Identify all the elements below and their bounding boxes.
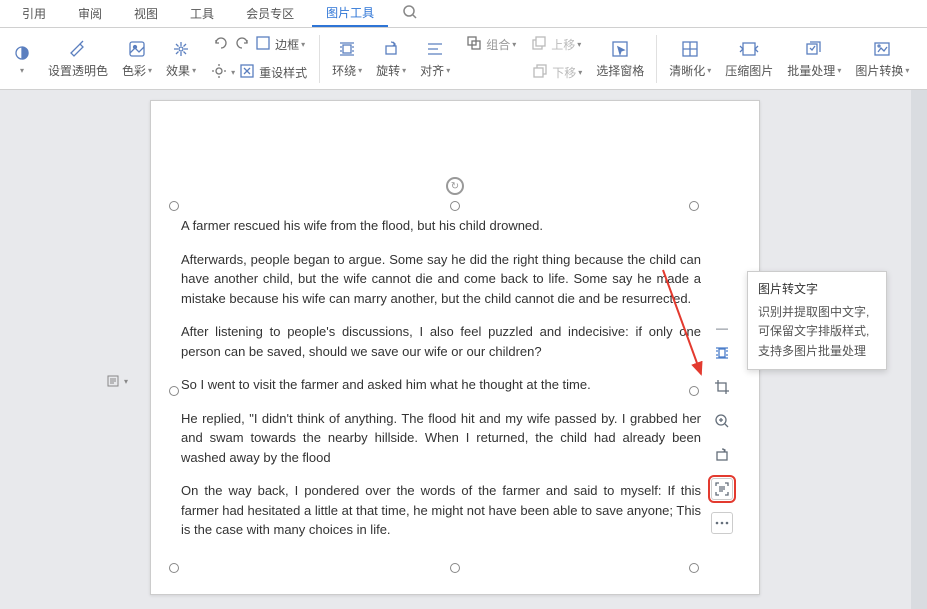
- reset-style-icon[interactable]: [238, 62, 256, 83]
- menu-tools[interactable]: 工具: [176, 1, 228, 26]
- wrap-icon: [335, 38, 359, 60]
- clarity-icon: [678, 38, 702, 60]
- menu-bar: 引用 审阅 视图 工具 会员专区 图片工具: [0, 0, 927, 28]
- ribbon-toolbar: ▾ 设置透明色 色彩▾ 效果▾ 边框▾ ▾ 重设样式 环绕▾ 旋转▾: [0, 28, 927, 90]
- tooltip-line: 识别并提取图中文字,: [758, 303, 876, 322]
- side-crop-icon[interactable]: [711, 376, 733, 398]
- side-zoom-icon[interactable]: [711, 410, 733, 432]
- color-icon: [125, 38, 149, 60]
- menu-review[interactable]: 审阅: [64, 1, 116, 26]
- doc-paragraph: After listening to people's discussions,…: [181, 322, 701, 361]
- group-layer-group: 组合▾ 上移▾ 下移▾: [458, 30, 588, 88]
- rotate-button[interactable]: 旋转▾: [370, 36, 412, 81]
- search-icon[interactable]: [402, 4, 418, 23]
- side-more-button[interactable]: [711, 512, 733, 534]
- menu-view[interactable]: 视图: [120, 1, 172, 26]
- batch-icon: [802, 38, 826, 60]
- convert-icon: [870, 38, 894, 60]
- img-convert-button[interactable]: 图片转换▾: [849, 36, 915, 81]
- selection-handle-n[interactable]: [450, 201, 460, 211]
- paragraph-marker[interactable]: ▾: [106, 374, 128, 388]
- doc-paragraph: He replied, "I didn't think of anything.…: [181, 409, 701, 468]
- selection-handle-nw[interactable]: [169, 201, 179, 211]
- side-collapse-icon[interactable]: —: [711, 326, 733, 330]
- menu-citation[interactable]: 引用: [8, 1, 60, 26]
- color-button[interactable]: 色彩▾: [116, 36, 158, 81]
- compress-button[interactable]: 压缩图片: [719, 36, 779, 81]
- move-up-icon[interactable]: [530, 34, 548, 55]
- brightness-contrast-group[interactable]: ▾: [4, 40, 40, 77]
- transparent-icon: [66, 38, 90, 60]
- rotate-helper-group: 边框▾ ▾ 重设样式: [204, 30, 313, 88]
- document-body: A farmer rescued his wife from the flood…: [181, 216, 701, 554]
- scrollbar-area[interactable]: [911, 90, 927, 609]
- doc-paragraph: Afterwards, people began to argue. Some …: [181, 250, 701, 309]
- tooltip-line: 可保留文字排版样式,: [758, 322, 876, 341]
- align-icon: [423, 38, 447, 60]
- tooltip-title: 图片转文字: [758, 280, 876, 299]
- selection-handle-s[interactable]: [450, 563, 460, 573]
- ocr-tooltip: 图片转文字 识别并提取图中文字, 可保留文字排版样式, 支持多图片批量处理: [747, 271, 887, 370]
- document-page: ↻ ▾ A farmer rescued his wife from the f…: [150, 100, 760, 595]
- selection-handle-se[interactable]: [689, 563, 699, 573]
- selection-handle-w[interactable]: [169, 386, 179, 396]
- align-button[interactable]: 对齐▾: [414, 36, 456, 81]
- effect-icon: [169, 38, 193, 60]
- select-pane-button[interactable]: 选择窗格: [590, 36, 650, 81]
- batch-process-button[interactable]: 批量处理▾: [781, 36, 847, 81]
- selection-handle-ne[interactable]: [689, 201, 699, 211]
- effect-button[interactable]: 效果▾: [160, 36, 202, 81]
- border-icon[interactable]: [254, 34, 272, 55]
- adjust-icon: [10, 42, 34, 64]
- menu-picture-tools[interactable]: 图片工具: [312, 0, 388, 27]
- side-ocr-button[interactable]: [711, 478, 733, 500]
- image-side-toolbar: —: [711, 326, 733, 534]
- rotate-left-icon[interactable]: [212, 34, 230, 55]
- select-pane-icon: [608, 38, 632, 60]
- menu-member[interactable]: 会员专区: [232, 1, 308, 26]
- group-icon[interactable]: [465, 34, 483, 55]
- doc-paragraph: A farmer rescued his wife from the flood…: [181, 216, 701, 236]
- side-reset-icon[interactable]: [711, 444, 733, 466]
- compress-icon: [737, 38, 761, 60]
- document-workspace: ↻ ▾ A farmer rescued his wife from the f…: [0, 90, 927, 609]
- rotate-right-icon[interactable]: [233, 34, 251, 55]
- selection-handle-sw[interactable]: [169, 563, 179, 573]
- rotate-icon: [379, 38, 403, 60]
- light-adjust-icon[interactable]: [210, 62, 228, 83]
- doc-paragraph: On the way back, I pondered over the wor…: [181, 481, 701, 540]
- tooltip-line: 支持多图片批量处理: [758, 342, 876, 361]
- doc-paragraph: So I went to visit the farmer and asked …: [181, 375, 701, 395]
- move-down-icon[interactable]: [531, 62, 549, 83]
- wrap-button[interactable]: 环绕▾: [326, 36, 368, 81]
- rotate-handle[interactable]: ↻: [446, 177, 464, 195]
- side-layout-icon[interactable]: [711, 342, 733, 364]
- clarity-button[interactable]: 清晰化▾: [663, 36, 717, 81]
- set-transparent-button[interactable]: 设置透明色: [42, 36, 114, 81]
